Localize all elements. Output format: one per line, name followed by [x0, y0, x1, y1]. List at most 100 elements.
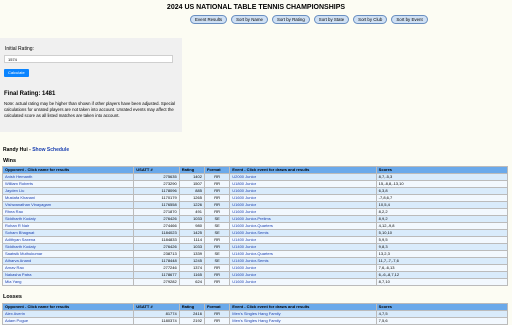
show-schedule-link[interactable]: Show Schedule	[32, 147, 69, 153]
event-link[interactable]: U1600 Junior	[232, 265, 256, 270]
opponent-link[interactable]: Vishwanathan Vinayagam	[5, 202, 51, 207]
event-link[interactable]: U1600 Junior-Prelims	[232, 216, 270, 221]
table-cell: RR	[203, 194, 231, 202]
sort-by-state-button[interactable]: Sort by State	[313, 15, 350, 24]
opponent-link[interactable]: Atharva Anand	[5, 258, 31, 263]
table-cell: U2000 Junior	[229, 173, 377, 181]
usatt-number: 276426	[163, 216, 177, 221]
opponent-link[interactable]: Alex Averin	[5, 311, 25, 316]
table-cell: 8,7,-5,3	[375, 173, 509, 181]
rating-value: 624	[195, 279, 202, 284]
sort-by-name-button[interactable]: Sort by Name	[231, 15, 268, 24]
table-cell: RR	[203, 278, 231, 286]
opponent-link[interactable]: Soham Bhagwat	[5, 230, 34, 235]
table-cell: 10,5,4	[375, 201, 509, 209]
scores-value: 9,8,3	[378, 244, 388, 249]
scores-value: 8,7,10	[378, 279, 390, 284]
event-link[interactable]: U1600 Junior-Semis	[232, 230, 268, 235]
column-header-rating: Rating	[178, 303, 205, 311]
event-link[interactable]: Men's Singles Hang Family	[232, 318, 280, 323]
initial-rating-input[interactable]: 1574	[4, 55, 173, 63]
usatt-number: 1184833	[161, 237, 177, 242]
table-cell: RR	[203, 271, 231, 279]
table-cell: Siddharth Kodaty	[1, 215, 135, 223]
opponent-link[interactable]: Mustafa Khanani	[5, 195, 35, 200]
table-cell: U1600 Junior	[229, 278, 377, 286]
opponent-link[interactable]: Nakasha Patra	[5, 272, 31, 277]
win-row: Mia Yang 279282 624 RR U1600 Junior 8,7,10	[1, 278, 509, 286]
rating-value: 1033	[193, 216, 202, 221]
event-results-button[interactable]: Event Results	[190, 15, 228, 24]
table-cell: Nakasha Patra	[1, 271, 135, 279]
table-cell: 81774	[133, 310, 180, 318]
usatt-number: 1178096	[161, 188, 177, 193]
table-cell: 7,6,-6,13	[375, 264, 509, 272]
event-link[interactable]: U1400 Junior-Quarters	[232, 251, 273, 256]
opponent-link[interactable]: Adam Pogue	[5, 318, 28, 323]
table-cell: U1400 Junior-Semis	[229, 257, 377, 265]
sort-by-club-button[interactable]: Sort by Club	[353, 15, 388, 24]
event-link[interactable]: U1800 Junior	[232, 181, 256, 186]
win-row: Adithyan Saxena 1184833 1114 RR U1400 Junior…	[1, 236, 509, 244]
event-link[interactable]: U1400 Junior	[232, 244, 256, 249]
table-cell: Men's Singles Hang Family	[229, 317, 377, 325]
table-cell: 6,-6,-8,7,12	[375, 271, 509, 279]
opponent-link[interactable]: Siddharth Kodaty	[5, 244, 36, 249]
table-cell: Atharva Anand	[1, 257, 135, 265]
event-link[interactable]: U1600 Junior	[232, 202, 256, 207]
opponent-link[interactable]: Saatwik Muthukumar	[5, 251, 42, 256]
opponent-link[interactable]: Jayden Liu	[5, 188, 24, 193]
opponent-link[interactable]: Arnav Rao	[5, 265, 24, 270]
opponent-link[interactable]: Rhea Rao	[5, 209, 23, 214]
table-cell: U1400 Junior	[229, 243, 377, 251]
table-cell: RR	[203, 243, 231, 251]
event-link[interactable]: U1600 Junior	[232, 279, 256, 284]
column-header-event: Event - Click event for draws and result…	[229, 166, 377, 174]
sort-by-event-button[interactable]: Sort by Event	[391, 15, 428, 24]
table-cell: 271870	[133, 208, 180, 216]
opponent-link[interactable]: Rohan R Nair	[5, 223, 29, 228]
opponent-link[interactable]: Siddharth Kodaty	[5, 216, 36, 221]
column-header-event: Event - Click event for draws and result…	[229, 303, 377, 311]
initial-rating-label: Initial Rating:	[5, 46, 34, 52]
rating-value: 1402	[193, 174, 202, 179]
table-cell: 6,3,8	[375, 187, 509, 195]
table-cell: Mia Yang	[1, 278, 135, 286]
table-cell: 1033	[178, 243, 205, 251]
table-cell: 8,2,2	[375, 208, 509, 216]
opponent-link[interactable]: William Roberts	[5, 181, 33, 186]
win-row: Saatwik Muthukumar 238713 1339 SE U1400 Juni…	[1, 250, 509, 258]
rating-value: 1114	[193, 237, 202, 242]
table-cell: Jayden Liu	[1, 187, 135, 195]
event-link[interactable]: U1600 Junior	[232, 195, 256, 200]
event-link[interactable]: U1600 Junior	[232, 209, 256, 214]
calculate-button[interactable]: Calculate	[4, 69, 29, 77]
event-link[interactable]: U1400 Junior-Semis	[232, 258, 268, 263]
sort-by-rating-button[interactable]: Sort by Rating	[271, 15, 310, 24]
format-value: RR	[214, 195, 220, 200]
usatt-number: 1176558	[161, 202, 177, 207]
rating-value: 1265	[193, 195, 202, 200]
format-value: RR	[214, 237, 220, 242]
table-cell: 2416	[178, 310, 205, 318]
table-cell: 279282	[133, 278, 180, 286]
event-link[interactable]: Men's Singles Hang Family	[232, 311, 280, 316]
event-link[interactable]: U1600 Junior-Quarters	[232, 223, 273, 228]
table-cell: 1339	[178, 250, 205, 258]
usatt-number: 274466	[163, 223, 177, 228]
format-value: RR	[214, 311, 220, 316]
opponent-link[interactable]: Mia Yang	[5, 279, 22, 284]
opponent-link[interactable]: Anish Hemanth	[5, 174, 32, 179]
win-row: Mustafa Khanani 1170179 1265 RR U1600 Junior…	[1, 194, 509, 202]
event-link[interactable]: U1600 Junior	[232, 188, 256, 193]
opponent-link[interactable]: Adithyan Saxena	[5, 237, 35, 242]
table-cell: Soham Bhagwat	[1, 229, 135, 237]
usatt-number: 279282	[163, 279, 177, 284]
table-cell: 13,2,3	[375, 250, 509, 258]
event-link[interactable]: U1400 Junior	[232, 237, 256, 242]
table-cell: SE	[203, 229, 231, 237]
column-header-usatt: USATT #	[133, 166, 180, 174]
event-link[interactable]: U1600 Junior	[232, 272, 256, 277]
losses-heading: Losses	[3, 294, 22, 300]
event-link[interactable]: U2000 Junior	[232, 174, 256, 179]
